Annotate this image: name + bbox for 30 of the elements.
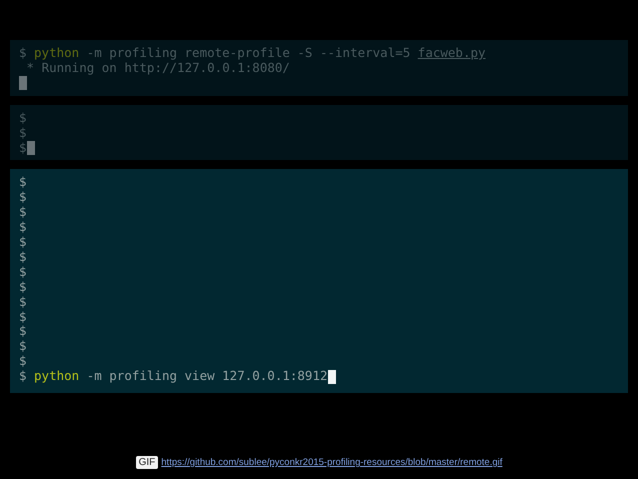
shell-prompt: $ (19, 220, 27, 236)
source-link[interactable]: https://github.com/sublee/pyconkr2015-profiling-resources/blob/master/remote.gif (161, 457, 502, 468)
shell-prompt: $ (19, 324, 27, 340)
terminal-text: -m profiling view 127.0.0.1:8912 (86, 369, 328, 384)
file-argument: facweb.py (418, 46, 486, 61)
shell-prompt: $ (19, 339, 27, 354)
terminal-text: * Running on http://127.0.0.1:8080/ (26, 60, 290, 76)
shell-prompt: $ (19, 310, 27, 324)
terminal-text: -m profiling remote-profile -S --interval=5 (86, 46, 410, 61)
gif-badge: GIF (136, 456, 158, 469)
shell-prompt: $ (19, 235, 27, 250)
shell-prompt: $ (19, 190, 27, 206)
shell-prompt: $ (19, 250, 27, 265)
shell-prompt: $ (19, 264, 27, 280)
terminal-cursor (19, 76, 26, 90)
shell-prompt: $ (19, 46, 27, 61)
shell-prompt: $ (19, 280, 27, 295)
shell-prompt: $ (19, 175, 27, 190)
shell-prompt: $ (19, 126, 27, 141)
shell-prompt: $ (19, 369, 27, 384)
terminal-pane[interactable]: $ $ $ $ $ $ $ $ $ $ $ $ $ $ python -m profiling view 127.0.0.1:8912 (10, 169, 628, 394)
shell-prompt: $ (19, 205, 27, 220)
command-name: python (34, 369, 80, 384)
shell-prompt: $ (19, 110, 27, 126)
shell-prompt: $ (19, 354, 27, 370)
terminal-cursor (27, 140, 35, 155)
command-name: python (34, 46, 80, 61)
terminal-cursor (328, 370, 336, 384)
shell-prompt: $ (19, 294, 27, 310)
shell-prompt: $ (19, 140, 27, 156)
